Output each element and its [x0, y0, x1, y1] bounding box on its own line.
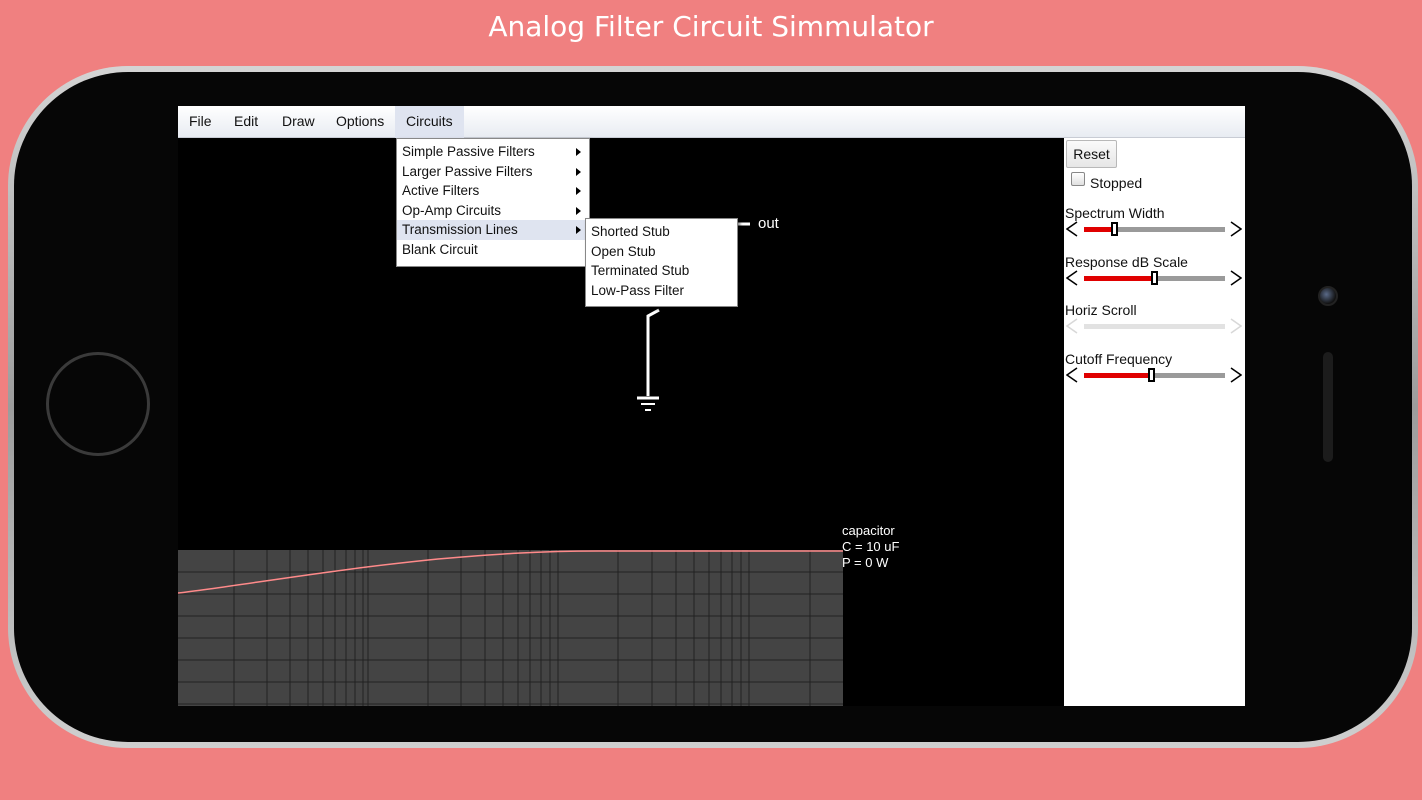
- submenu-item-shorted-stub[interactable]: Shorted Stub: [586, 222, 737, 242]
- menu-item-label: Simple Passive Filters: [402, 144, 535, 159]
- slider-track[interactable]: [1084, 222, 1225, 236]
- reset-button[interactable]: Reset: [1066, 140, 1117, 168]
- home-button[interactable]: [46, 352, 150, 456]
- camera-icon: [1318, 286, 1338, 306]
- menu-item-label: Op-Amp Circuits: [402, 202, 502, 218]
- submenu-item-terminated-stub[interactable]: Terminated Stub: [586, 261, 737, 281]
- scroll-right-arrow-icon[interactable]: [1230, 270, 1243, 286]
- response-db-scale-slider[interactable]: [1064, 268, 1245, 288]
- submenu-arrow-icon: [576, 167, 581, 176]
- app-screen: File Edit Draw Options Circuits out capa…: [178, 106, 1245, 706]
- stopped-checkbox[interactable]: [1071, 172, 1085, 186]
- control-panel: Reset Stopped Spectrum Width Response dB…: [1064, 138, 1245, 706]
- slider-fill: [1084, 276, 1151, 281]
- element-info-type: capacitor: [842, 523, 895, 538]
- menu-item-transmission-lines[interactable]: Transmission Lines: [397, 220, 589, 240]
- element-info-power: P = 0 W: [842, 555, 889, 570]
- submenu-item-low-pass-filter[interactable]: Low-Pass Filter: [586, 281, 737, 301]
- promo-title: Analog Filter Circuit Simmulator: [488, 10, 934, 43]
- stopped-label: Stopped: [1090, 175, 1143, 191]
- menu-item-label: Larger Passive Filters: [402, 163, 533, 179]
- menu-file[interactable]: File: [178, 106, 223, 138]
- menubar: File Edit Draw Options Circuits: [178, 106, 1245, 138]
- element-info-value: C = 10 uF: [842, 539, 900, 554]
- transmission-lines-submenu: Shorted Stub Open Stub Terminated Stub L…: [585, 218, 738, 308]
- submenu-arrow-icon: [576, 148, 581, 156]
- submenu-arrow-icon: [576, 206, 581, 215]
- frequency-response-graph: [178, 550, 843, 706]
- menu-edit[interactable]: Edit: [223, 106, 269, 138]
- scroll-right-arrow-icon[interactable]: [1230, 318, 1243, 334]
- scroll-left-arrow-icon[interactable]: [1065, 221, 1078, 237]
- scroll-left-arrow-icon[interactable]: [1065, 270, 1078, 286]
- slider-thumb[interactable]: [1148, 368, 1155, 382]
- slider-thumb[interactable]: [1111, 222, 1118, 236]
- slider-track[interactable]: [1084, 368, 1225, 382]
- cutoff-frequency-slider[interactable]: [1064, 365, 1245, 385]
- slider-fill: [1084, 373, 1148, 378]
- out-node-label: out: [758, 215, 779, 232]
- graph-grid: [178, 550, 843, 706]
- menu-item-op-amp-circuits[interactable]: Op-Amp Circuits: [397, 201, 589, 221]
- menu-options[interactable]: Options: [325, 106, 395, 138]
- scroll-left-arrow-icon[interactable]: [1065, 318, 1078, 334]
- scroll-right-arrow-icon[interactable]: [1230, 221, 1243, 237]
- horiz-scroll-slider[interactable]: [1064, 316, 1245, 336]
- submenu-arrow-icon: [576, 187, 581, 196]
- circuits-dropdown: Simple Passive Filters Larger Passive Fi…: [396, 138, 590, 267]
- menu-item-simple-passive-filters[interactable]: Simple Passive Filters: [397, 142, 589, 162]
- menu-item-label: Active Filters: [402, 183, 480, 199]
- menu-item-active-filters[interactable]: Active Filters: [397, 181, 589, 201]
- menu-circuits[interactable]: Circuits: [395, 106, 464, 138]
- submenu-arrow-icon: [576, 226, 581, 235]
- scroll-right-arrow-icon[interactable]: [1230, 367, 1243, 383]
- slider-track[interactable]: [1084, 324, 1225, 329]
- scroll-left-arrow-icon[interactable]: [1065, 367, 1078, 383]
- menu-item-label: Blank Circuit: [402, 241, 478, 257]
- spectrum-width-slider[interactable]: [1064, 219, 1245, 239]
- menu-draw[interactable]: Draw: [271, 106, 326, 138]
- speaker-icon: [1323, 352, 1333, 462]
- slider-thumb[interactable]: [1151, 271, 1158, 285]
- menu-item-blank-circuit[interactable]: Blank Circuit: [397, 240, 589, 260]
- slider-track[interactable]: [1084, 271, 1225, 285]
- menu-item-larger-passive-filters[interactable]: Larger Passive Filters: [397, 162, 589, 182]
- menu-item-label: Transmission Lines: [402, 222, 518, 238]
- submenu-item-open-stub[interactable]: Open Stub: [586, 242, 737, 262]
- ground-wire: [646, 308, 660, 396]
- slider-fill: [1084, 227, 1111, 232]
